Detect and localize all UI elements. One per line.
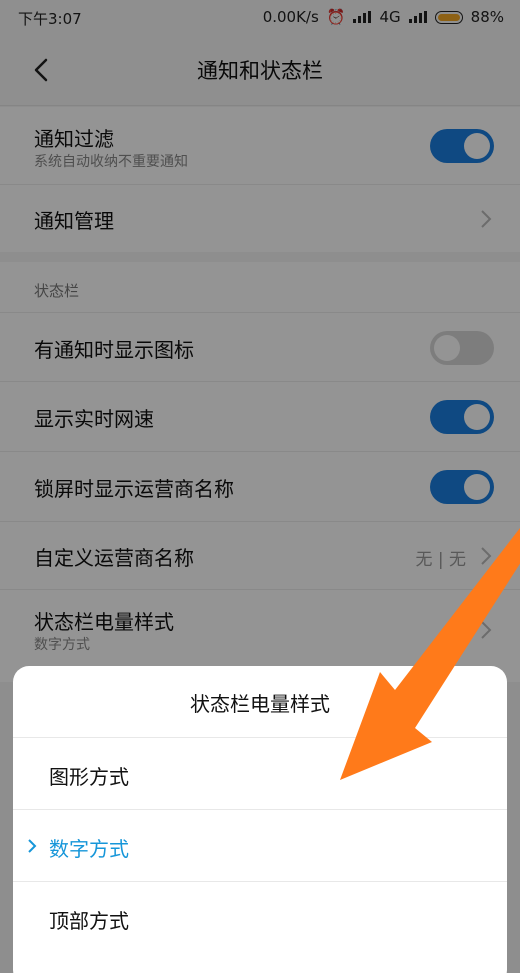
option-label: 顶部方式 [49,909,129,933]
sheet-title: 状态栏电量样式 [190,692,330,716]
option-label: 数字方式 [49,837,129,861]
option-top[interactable]: 顶部方式 [13,881,507,953]
selected-chevron-icon [28,839,37,853]
option-label: 图形方式 [49,765,129,789]
settings-screen: 下午3:07 0.00K/s ⏰ 4G 88% 通知和状态栏 通知过滤 系统自动… [0,0,520,973]
option-numeric[interactable]: 数字方式 [13,809,507,881]
option-graphic[interactable]: 图形方式 [13,737,507,809]
battery-style-sheet: 状态栏电量样式 图形方式 数字方式 顶部方式 [13,666,507,973]
